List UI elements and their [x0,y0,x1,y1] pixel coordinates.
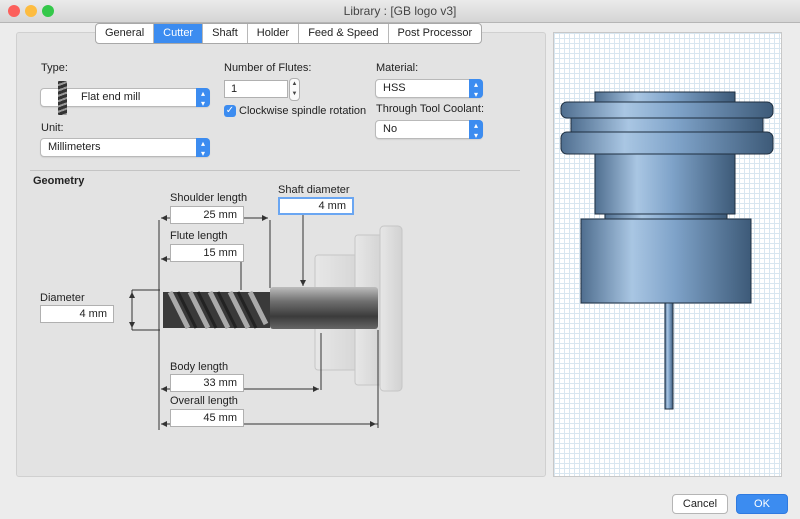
body-length-input[interactable]: 33 mm [170,374,244,392]
flute-length-input[interactable]: 15 mm [170,244,244,262]
diameter-value: 4 mm [79,308,108,320]
flute-length-value: 15 mm [203,247,237,259]
diameter-input[interactable]: 4 mm [40,305,114,323]
body-length-value: 33 mm [203,377,237,389]
tool-shaft [270,287,378,329]
overall-length-value: 45 mm [203,412,237,424]
shoulder-length-value: 25 mm [203,209,237,221]
tool-flutes [163,290,270,330]
shoulder-length-input[interactable]: 25 mm [170,206,244,224]
cancel-button[interactable]: Cancel [672,494,728,514]
shaft-diameter-value: 4 mm [318,200,347,212]
shaft-diameter-label: Shaft diameter [278,184,350,196]
cutter-diagram [129,214,403,430]
shaft-diameter-input[interactable]: 4 mm [278,197,354,215]
shoulder-length-label: Shoulder length [170,192,248,204]
flute-length-label: Flute length [170,230,228,242]
diameter-label: Diameter [40,292,85,304]
ok-button[interactable]: OK [736,494,788,514]
overall-length-label: Overall length [170,395,238,407]
body-length-label: Body length [170,361,229,373]
holder-3d-render [560,91,774,410]
overall-length-input[interactable]: 45 mm [170,409,244,427]
